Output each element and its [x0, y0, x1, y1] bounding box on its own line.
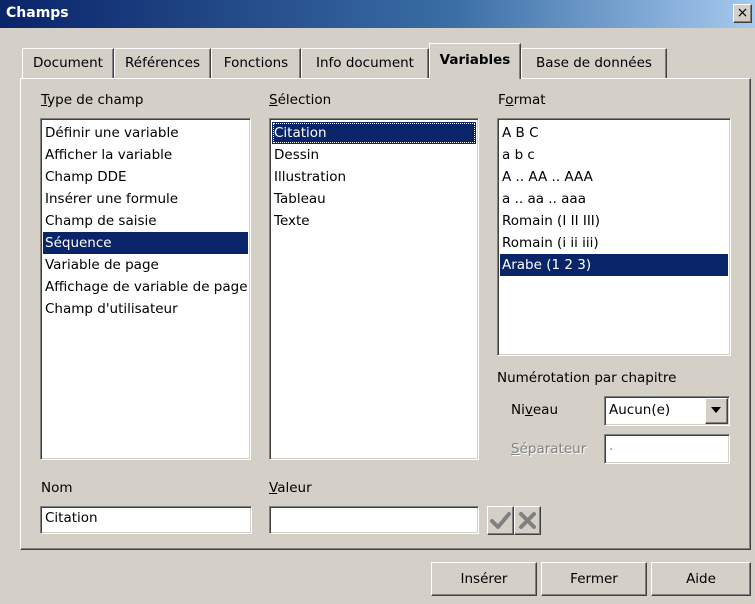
- help-button[interactable]: Aide: [651, 562, 751, 596]
- x-icon: [519, 512, 536, 529]
- chapter-numbering-title: Numérotation par chapitre: [497, 370, 677, 386]
- close-icon: ×: [736, 5, 749, 21]
- window-title: Champs: [6, 5, 69, 21]
- valeur-input[interactable]: [269, 506, 479, 534]
- list-item[interactable]: Champ DDE: [43, 166, 248, 188]
- cancel-button[interactable]: [514, 506, 541, 535]
- list-item-selected[interactable]: Citation: [272, 122, 476, 144]
- list-item[interactable]: Variable de page: [43, 254, 248, 276]
- tab-label: Document: [33, 55, 103, 71]
- valeur-label: Valeur: [269, 480, 312, 496]
- list-item[interactable]: A .. AA .. AAA: [500, 166, 728, 188]
- selection-label: Sélection: [269, 92, 332, 108]
- list-item[interactable]: Insérer une formule: [43, 188, 248, 210]
- format-label: Format: [498, 92, 546, 108]
- list-item[interactable]: a .. aa .. aaa: [500, 188, 728, 210]
- list-item[interactable]: Champ de saisie: [43, 210, 248, 232]
- tab-variables[interactable]: Variables: [429, 43, 521, 79]
- apply-button[interactable]: [487, 506, 514, 535]
- tab-label: Variables: [439, 52, 511, 68]
- list-item[interactable]: Texte: [272, 210, 476, 232]
- list-item[interactable]: Définir une variable: [43, 122, 248, 144]
- list-item[interactable]: Affichage de variable de page: [43, 276, 248, 298]
- list-item[interactable]: Illustration: [272, 166, 476, 188]
- nom-input[interactable]: Citation: [40, 506, 252, 534]
- format-list[interactable]: A B C a b c A .. AA .. AAA a .. aa .. aa…: [497, 118, 731, 356]
- chevron-down-icon[interactable]: [705, 398, 728, 424]
- type-de-champ-list[interactable]: Définir une variable Afficher la variabl…: [40, 118, 251, 460]
- niveau-value: Aucun(e): [609, 402, 671, 418]
- tab-document[interactable]: Document: [22, 48, 114, 78]
- type-de-champ-label: Type de champ: [41, 92, 144, 108]
- close-dialog-button[interactable]: Fermer: [541, 562, 647, 596]
- tab-fonctions[interactable]: Fonctions: [211, 48, 301, 78]
- checkmark-icon: [490, 512, 511, 529]
- separateur-input[interactable]: .: [604, 434, 730, 464]
- tab-label: Références: [124, 55, 200, 71]
- title-bar: [0, 0, 755, 28]
- tab-references[interactable]: Références: [114, 48, 211, 78]
- insert-button[interactable]: Insérer: [431, 562, 537, 596]
- list-item[interactable]: Dessin: [272, 144, 476, 166]
- list-item-selected[interactable]: Arabe (1 2 3): [500, 254, 728, 276]
- list-item-selected[interactable]: Séquence: [43, 232, 248, 254]
- tab-label: Info document: [316, 55, 414, 71]
- tab-info-document[interactable]: Info document: [301, 48, 429, 78]
- tab-label: Fonctions: [223, 55, 289, 71]
- tab-label: Base de données: [536, 55, 652, 71]
- list-item[interactable]: Romain (i ii iii): [500, 232, 728, 254]
- list-item[interactable]: Champ d'utilisateur: [43, 298, 248, 320]
- niveau-label: Niveau: [511, 402, 558, 418]
- tab-base-de-donnees[interactable]: Base de données: [521, 48, 667, 78]
- list-item[interactable]: Afficher la variable: [43, 144, 248, 166]
- list-item[interactable]: A B C: [500, 122, 728, 144]
- selection-list[interactable]: Citation Dessin Illustration Tableau Tex…: [269, 118, 479, 460]
- list-item[interactable]: a b c: [500, 144, 728, 166]
- list-item[interactable]: Romain (I II III): [500, 210, 728, 232]
- list-item[interactable]: Tableau: [272, 188, 476, 210]
- separateur-label: Séparateur: [511, 441, 587, 457]
- close-button[interactable]: ×: [733, 4, 752, 23]
- nom-label: Nom: [41, 480, 73, 496]
